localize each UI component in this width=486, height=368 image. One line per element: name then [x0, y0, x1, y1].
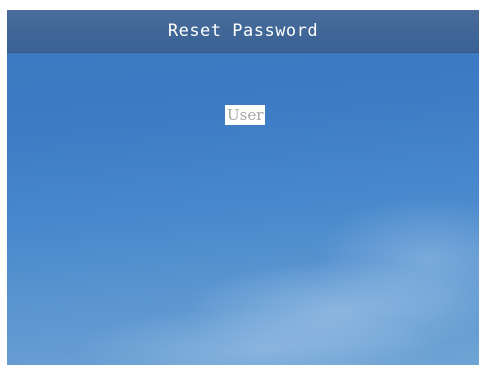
user-field[interactable]: User	[225, 105, 266, 125]
page-title: Reset Password	[167, 21, 319, 41]
device-screen: Reset Password User	[7, 10, 479, 365]
title-bar: Reset Password	[7, 10, 479, 53]
